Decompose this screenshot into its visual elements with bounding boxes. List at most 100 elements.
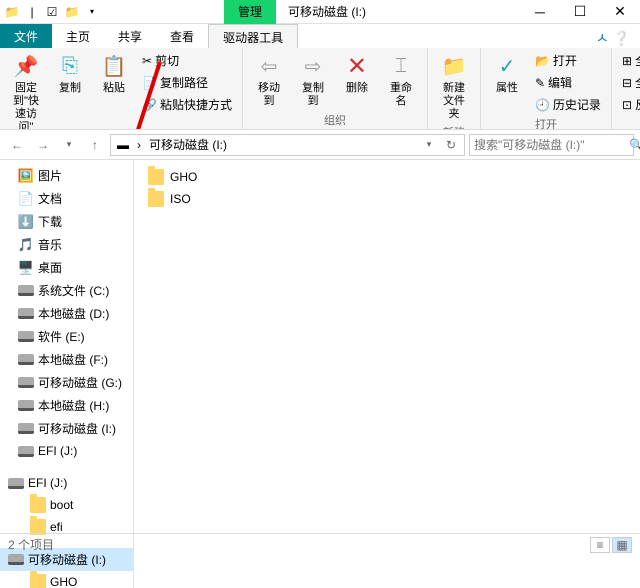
file-item[interactable]: ISO xyxy=(144,188,630,210)
rename-button[interactable]: ⌶重命名 xyxy=(381,50,421,110)
ribbon-group-clipboard: 📌 固定到"快 速访问" ⎘ 复制 📋 粘贴 ✂剪切 📄复制路径 🔗粘贴快捷方式… xyxy=(0,48,243,129)
tree-item[interactable]: 本地磁盘 (H:) xyxy=(0,394,133,417)
search-input[interactable] xyxy=(474,138,629,152)
tree-label: EFI (J:) xyxy=(28,476,67,490)
tab-share[interactable]: 共享 xyxy=(104,24,156,48)
scissors-icon: ✂ xyxy=(142,54,152,68)
delete-button[interactable]: ✕删除 xyxy=(337,50,377,97)
tree-label: 本地磁盘 (F:) xyxy=(38,351,108,368)
tree-item[interactable]: GHO xyxy=(0,571,133,588)
search-icon[interactable]: 🔍 xyxy=(629,138,640,152)
open-button[interactable]: 📂打开 xyxy=(531,50,605,71)
file-item[interactable]: GHO xyxy=(144,166,630,188)
tree-item[interactable]: 系统文件 (C:) xyxy=(0,279,133,302)
tree-view[interactable]: 🖼️图片📄文档⬇️下载🎵音乐🖥️桌面系统文件 (C:) 本地磁盘 (D:) 软件 (… xyxy=(0,160,134,588)
recent-dropdown[interactable]: ▾ xyxy=(58,134,80,156)
drive-icon: ▬ xyxy=(113,138,133,152)
details-view-button[interactable]: ≡ xyxy=(590,537,610,553)
ribbon-group-select: ⊞全部选择 ⊟全部取消 ⊡反向选择 选择 xyxy=(612,48,640,129)
tree-item[interactable]: ⬇️下载 xyxy=(0,210,133,233)
copy-path-button[interactable]: 📄复制路径 xyxy=(138,72,236,93)
tree-label: 桌面 xyxy=(38,259,62,276)
address-dropdown[interactable]: ▾ xyxy=(418,134,440,156)
tree-label: 文档 xyxy=(38,190,62,207)
ribbon: 📌 固定到"快 速访问" ⎘ 复制 📋 粘贴 ✂剪切 📄复制路径 🔗粘贴快捷方式… xyxy=(0,48,640,130)
tree-item[interactable]: boot xyxy=(0,494,133,516)
refresh-button[interactable]: ↻ xyxy=(440,134,462,156)
tree-label: 可移动磁盘 (G:) xyxy=(38,374,122,391)
cut-button[interactable]: ✂剪切 xyxy=(138,50,236,71)
folder-icon xyxy=(148,191,164,207)
forward-button[interactable]: → xyxy=(32,134,54,156)
title-bar: 📁 | ☑ 📁 ▾ 管理 可移动磁盘 (I:) ─ ☐ ✕ xyxy=(0,0,640,24)
select-invert-button[interactable]: ⊡反向选择 xyxy=(618,94,640,115)
qat-dropdown-icon[interactable]: ▾ xyxy=(84,4,100,20)
copy-to-button[interactable]: ⇨复制到 xyxy=(293,50,333,110)
contextual-tab[interactable]: 管理 xyxy=(224,0,276,24)
tree-label: GHO xyxy=(50,575,77,588)
delete-icon: ✕ xyxy=(343,52,371,80)
window-title: 可移动磁盘 (I:) xyxy=(284,0,370,24)
tree-label: 软件 (E:) xyxy=(38,328,85,345)
edit-button[interactable]: ✎编辑 xyxy=(531,72,605,93)
tree-label: 音乐 xyxy=(38,236,62,253)
status-bar: 2 个项目 ≡ ▦ xyxy=(0,533,640,555)
tree-item[interactable]: 🖼️图片 xyxy=(0,164,133,187)
up-button[interactable]: ↑ xyxy=(84,134,106,156)
paste-shortcut-button[interactable]: 🔗粘贴快捷方式 xyxy=(138,94,236,115)
ribbon-tabs: 文件 主页 共享 查看 驱动器工具 ㅅ ❔ xyxy=(0,24,640,48)
folder-icon xyxy=(148,169,164,185)
properties-button[interactable]: ✓属性 xyxy=(487,50,527,97)
back-button[interactable]: ← xyxy=(6,134,28,156)
edit-icon: ✎ xyxy=(535,76,545,90)
tree-item[interactable]: 本地磁盘 (D:) xyxy=(0,302,133,325)
new-folder-button[interactable]: 📁新建 文件夹 xyxy=(434,50,474,123)
maximize-button[interactable]: ☐ xyxy=(560,0,600,24)
selectnone-icon: ⊟ xyxy=(622,76,632,90)
tree-item[interactable]: 🖥️桌面 xyxy=(0,256,133,279)
ribbon-group-new: 📁新建 文件夹 新建 xyxy=(428,48,481,129)
tree-label: 可移动磁盘 (I:) xyxy=(38,420,116,437)
tab-view[interactable]: 查看 xyxy=(156,24,208,48)
paste-button[interactable]: 📋 粘贴 xyxy=(94,50,134,97)
pin-button[interactable]: 📌 固定到"快 速访问" xyxy=(6,50,46,130)
ribbon-group-open: ✓属性 📂打开 ✎编辑 🕘历史记录 打开 xyxy=(481,48,612,129)
history-button[interactable]: 🕘历史记录 xyxy=(531,94,605,115)
tree-item[interactable]: 🎵音乐 xyxy=(0,233,133,256)
folder-small-icon: 📁 xyxy=(64,4,80,20)
close-button[interactable]: ✕ xyxy=(600,0,640,24)
tree-item[interactable]: 本地磁盘 (F:) xyxy=(0,348,133,371)
tree-item[interactable]: 可移动磁盘 (I:) xyxy=(0,417,133,440)
search-box[interactable]: 🔍 xyxy=(469,134,634,156)
selectall-icon: ⊞ xyxy=(622,54,632,68)
address-text[interactable]: 可移动磁盘 (I:) xyxy=(145,136,231,153)
paste-icon: 📋 xyxy=(100,52,128,80)
ribbon-group-organize: ⇦移动到 ⇨复制到 ✕删除 ⌶重命名 组织 xyxy=(243,48,428,129)
tree-item[interactable]: 软件 (E:) xyxy=(0,325,133,348)
select-none-button[interactable]: ⊟全部取消 xyxy=(618,72,640,93)
qat-divider: | xyxy=(24,4,40,20)
tab-drive-tools[interactable]: 驱动器工具 xyxy=(208,24,298,48)
copy-button[interactable]: ⎘ 复制 xyxy=(50,50,90,97)
minimize-button[interactable]: ─ xyxy=(520,0,560,24)
help-icon[interactable]: ㅅ ❔ xyxy=(586,24,640,48)
tab-file[interactable]: 文件 xyxy=(0,24,52,48)
tree-item[interactable]: EFI (J:) xyxy=(0,472,133,494)
tree-label: 下载 xyxy=(38,213,62,230)
open-icon: 📂 xyxy=(535,54,550,68)
address-bar[interactable]: ▬ › 可移动磁盘 (I:) ▾ ↻ xyxy=(110,134,465,156)
item-count: 2 个项目 xyxy=(8,536,54,553)
tree-item[interactable]: 可移动磁盘 (G:) xyxy=(0,371,133,394)
file-list[interactable]: GHOISO xyxy=(134,160,640,588)
move-to-button[interactable]: ⇦移动到 xyxy=(249,50,289,110)
icons-view-button[interactable]: ▦ xyxy=(612,537,632,553)
tree-label: 系统文件 (C:) xyxy=(38,282,109,299)
nav-bar: ← → ▾ ↑ ▬ › 可移动磁盘 (I:) ▾ ↻ 🔍 xyxy=(0,130,640,160)
select-all-button[interactable]: ⊞全部选择 xyxy=(618,50,640,71)
tree-item[interactable]: 📄文档 xyxy=(0,187,133,210)
tree-label: boot xyxy=(50,498,73,512)
checkbox-icon[interactable]: ☑ xyxy=(44,4,60,20)
tab-home[interactable]: 主页 xyxy=(52,24,104,48)
move-icon: ⇦ xyxy=(255,52,283,80)
tree-item[interactable]: EFI (J:) xyxy=(0,440,133,462)
